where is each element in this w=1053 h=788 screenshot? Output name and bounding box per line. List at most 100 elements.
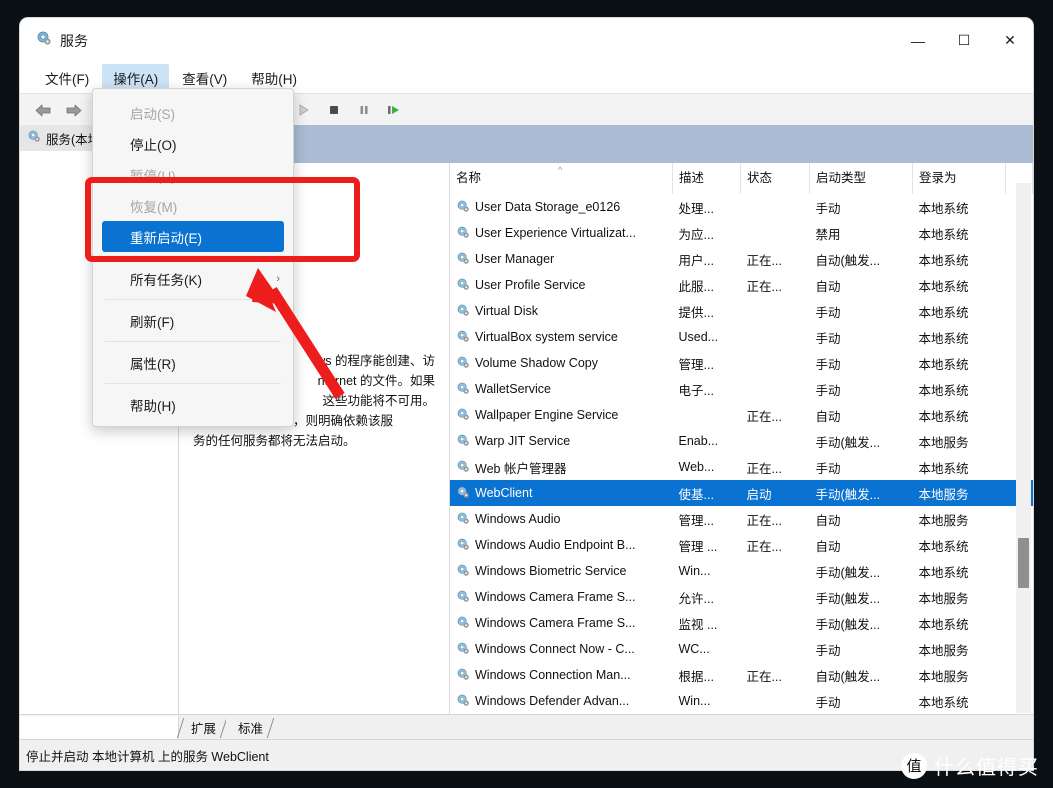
table-row[interactable]: WebClient使基...启动手动(触发...本地服务 <box>450 480 1033 506</box>
cell-description: WC... <box>673 636 741 662</box>
col-header-name[interactable]: 名称 ^ <box>450 163 673 194</box>
table-row[interactable]: User Profile Service此服...正在...自动本地系统 <box>450 272 1033 298</box>
table-row[interactable]: Windows Connection Man...根据...正在...自动(触发… <box>450 662 1033 688</box>
stop-icon[interactable] <box>321 98 347 122</box>
tab-extended[interactable]: 扩展 <box>179 716 226 740</box>
cell-logon-as: 本地系统 <box>913 610 1006 636</box>
cell-logon-as: 本地系统 <box>913 376 1006 402</box>
status-bar-text: 停止并启动 本地计算机 上的服务 WebClient <box>26 746 269 765</box>
cell-service-name: Windows Audio Endpoint B... <box>450 532 673 558</box>
cell-state: 启动 <box>741 480 810 506</box>
cell-startup-type: 自动 <box>810 402 913 428</box>
service-gear-icon <box>456 563 470 580</box>
action-dropdown-menu: 启动(S) 停止(O) 暂停(U) 恢复(M) 重新启动(E) 所有任务(K) … <box>92 88 294 427</box>
cell-service-name: User Manager <box>450 246 673 272</box>
table-row[interactable]: User Manager用户...正在...自动(触发...本地系统 <box>450 246 1033 272</box>
play-icon[interactable] <box>291 98 317 122</box>
table-row[interactable]: Windows Biometric ServiceWin...手动(触发...本… <box>450 558 1033 584</box>
col-header-description[interactable]: 描述 <box>673 163 741 194</box>
service-table: 名称 ^ 描述 状态 启动类型 登录为 User <box>450 163 1033 714</box>
table-row[interactable]: Windows Camera Frame S...监视 ...手动(触发...本… <box>450 610 1033 636</box>
pause-icon[interactable] <box>351 98 377 122</box>
menu-item-properties[interactable]: 属性(R) <box>93 347 293 378</box>
menu-item-stop[interactable]: 停止(O) <box>93 128 293 159</box>
service-name-label: Windows Audio <box>475 512 560 526</box>
table-row[interactable]: Warp JIT ServiceEnab...手动(触发...本地服务 <box>450 428 1033 454</box>
table-row[interactable]: WalletService电子...手动本地系统 <box>450 376 1033 402</box>
service-list: 名称 ^ 描述 状态 启动类型 登录为 User <box>449 163 1033 715</box>
tab-standard[interactable]: 标准 <box>226 716 273 740</box>
cell-state <box>741 376 810 402</box>
cell-startup-type: 手动 <box>810 454 913 480</box>
table-row[interactable]: Windows Audio管理...正在...自动本地服务 <box>450 506 1033 532</box>
minimize-button[interactable]: — <box>895 18 941 63</box>
cell-state <box>741 636 810 662</box>
vertical-scrollbar[interactable] <box>1016 183 1031 713</box>
cell-startup-type: 手动 <box>810 376 913 402</box>
cell-logon-as: 本地服务 <box>913 480 1006 506</box>
cell-service-name: Windows Audio <box>450 506 673 532</box>
window-title: 服务 <box>60 31 88 51</box>
back-arrow-icon[interactable] <box>30 98 56 122</box>
cell-logon-as: 本地服务 <box>913 584 1006 610</box>
menu-item-restart[interactable]: 重新启动(E) <box>102 221 284 252</box>
menu-item-resume[interactable]: 恢复(M) <box>93 190 293 221</box>
maximize-button[interactable]: ☐ <box>941 18 987 63</box>
cell-state: 正在... <box>741 662 810 688</box>
col-header-logon-as[interactable]: 登录为 <box>913 163 1006 194</box>
tree-gear-icon <box>27 129 41 148</box>
cell-state: 正在... <box>741 272 810 298</box>
service-table-body: User Data Storage_e0126处理...手动本地系统User E… <box>450 194 1033 714</box>
service-name-label: Web 帐户管理器 <box>475 458 566 477</box>
menu-item-all-tasks[interactable]: 所有任务(K) › <box>93 263 293 294</box>
sort-ascending-icon: ^ <box>558 165 562 175</box>
service-gear-icon <box>456 459 470 476</box>
table-row[interactable]: Wallpaper Engine Service正在...自动本地系统 <box>450 402 1033 428</box>
table-row[interactable]: Virtual Disk提供...手动本地系统 <box>450 298 1033 324</box>
forward-arrow-icon[interactable] <box>60 98 86 122</box>
screenshot-root: 服务 — ☐ ✕ 文件(F) 操作(A) 查看(V) 帮助(H) <box>0 0 1053 788</box>
service-name-label: Windows Audio Endpoint B... <box>475 538 636 552</box>
cell-service-name: Windows Connection Man... <box>450 662 673 688</box>
close-button[interactable]: ✕ <box>987 18 1033 63</box>
table-row[interactable]: Volume Shadow Copy管理...手动本地系统 <box>450 350 1033 376</box>
menu-item-refresh[interactable]: 刷新(F) <box>93 305 293 336</box>
cell-state: 正在... <box>741 532 810 558</box>
title-left-group: 服务 <box>20 30 88 51</box>
cell-logon-as: 本地服务 <box>913 662 1006 688</box>
table-row[interactable]: Windows Camera Frame S...允许...手动(触发...本地… <box>450 584 1033 610</box>
table-row[interactable]: Windows Audio Endpoint B...管理 ...正在...自动… <box>450 532 1033 558</box>
cell-startup-type: 手动 <box>810 324 913 350</box>
cell-startup-type: 禁用 <box>810 220 913 246</box>
menu-item-help[interactable]: 帮助(H) <box>93 389 293 420</box>
cell-service-name: Windows Camera Frame S... <box>450 610 673 636</box>
service-gear-icon <box>456 303 470 320</box>
service-name-label: Windows Biometric Service <box>475 564 626 578</box>
service-gear-icon <box>456 199 470 216</box>
table-row[interactable]: Windows Connect Now - C...WC...手动本地服务 <box>450 636 1033 662</box>
service-gear-icon <box>456 381 470 398</box>
cell-state: 正在... <box>741 402 810 428</box>
menu-item-pause[interactable]: 暂停(U) <box>93 159 293 190</box>
table-row[interactable]: VirtualBox system serviceUsed...手动本地系统 <box>450 324 1033 350</box>
menu-item-start[interactable]: 启动(S) <box>93 97 293 128</box>
cell-state <box>741 298 810 324</box>
cell-service-name: User Experience Virtualizat... <box>450 220 673 246</box>
cell-state: 正在... <box>741 506 810 532</box>
scrollbar-thumb[interactable] <box>1018 538 1029 588</box>
table-row[interactable]: User Experience Virtualizat...为应...禁用本地系… <box>450 220 1033 246</box>
menu-file[interactable]: 文件(F) <box>34 64 100 92</box>
cell-logon-as: 本地系统 <box>913 246 1006 272</box>
cell-startup-type: 手动(触发... <box>810 610 913 636</box>
cell-description: Used... <box>673 324 741 350</box>
col-header-state[interactable]: 状态 <box>741 163 810 194</box>
cell-description: 为应... <box>673 220 741 246</box>
service-table-head: 名称 ^ 描述 状态 启动类型 登录为 <box>450 163 1033 194</box>
restart-icon[interactable] <box>381 98 407 122</box>
table-row[interactable]: User Data Storage_e0126处理...手动本地系统 <box>450 194 1033 220</box>
table-row[interactable]: Windows Defender Advan...Win...手动本地系统 <box>450 688 1033 714</box>
menu-item-all-tasks-label: 所有任务(K) <box>130 269 202 289</box>
table-row[interactable]: Web 帐户管理器Web...正在...手动本地系统 <box>450 454 1033 480</box>
col-header-startup-type[interactable]: 启动类型 <box>810 163 913 194</box>
cell-logon-as: 本地系统 <box>913 688 1006 714</box>
